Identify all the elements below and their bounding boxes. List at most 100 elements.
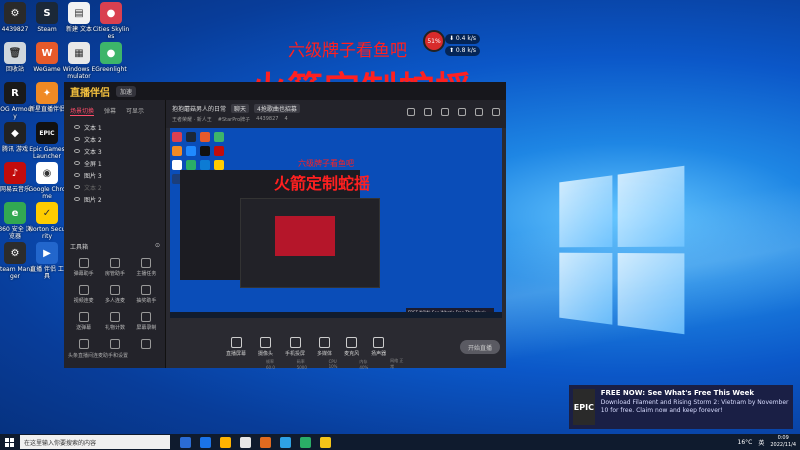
visibility-eye-icon[interactable] xyxy=(74,149,80,153)
source-item[interactable]: 文本 2 xyxy=(68,133,161,145)
desktop-app-icon: ◆ xyxy=(4,122,26,144)
notification-body: Download Filament and Rising Storm 2: Vi… xyxy=(600,399,789,414)
sidebar-footer-link[interactable]: 头条直播间连麦助手和设置 xyxy=(68,353,162,360)
visibility-eye-icon[interactable] xyxy=(74,125,80,129)
desktop-icon[interactable]: EPIC Epic Games Launcher xyxy=(28,122,66,160)
visibility-eye-icon[interactable] xyxy=(74,185,80,189)
visibility-eye-icon[interactable] xyxy=(74,161,80,165)
control-button[interactable]: 直播屏幕 xyxy=(226,337,246,357)
app-boost-button[interactable]: 加速 xyxy=(116,85,137,97)
tab-danmaku[interactable]: 弹幕 xyxy=(104,106,116,116)
room-tag[interactable]: 聊天 xyxy=(231,104,250,113)
control-button[interactable]: 多媒体 xyxy=(317,337,332,357)
desktop-icon[interactable]: ● Greenlight xyxy=(92,42,130,73)
tool-icon xyxy=(78,258,89,268)
toolbox-item[interactable] xyxy=(99,339,130,351)
toolbox-item[interactable]: 房管助手 xyxy=(99,258,130,277)
toolbox-grid: 弹幕助手 房管助手 主播任务视频连麦 多人连麦 抽奖助手送弹幕 礼物计数 屏幕录制 xyxy=(68,258,162,351)
toolbox-item[interactable] xyxy=(68,339,99,351)
source-name: 文本 3 xyxy=(84,148,102,156)
tool-label: 视频连麦 xyxy=(73,298,94,304)
tab-scene[interactable]: 场景切换 xyxy=(70,106,95,116)
gift-icon[interactable] xyxy=(407,108,415,116)
taskbar-app-icon[interactable] xyxy=(320,436,331,448)
tool-label: 主播任务 xyxy=(136,271,157,277)
toolbox-item[interactable]: 视频连麦 xyxy=(68,285,99,304)
tab-visible[interactable]: 可显示 xyxy=(126,106,144,116)
fullscreen-icon[interactable] xyxy=(492,108,500,116)
control-button[interactable]: 麦克风 xyxy=(344,337,359,357)
weather-temp[interactable]: 16°C xyxy=(738,439,753,446)
control-button[interactable]: 扬声器 xyxy=(371,337,386,357)
taskbar-app-icon[interactable] xyxy=(260,436,271,448)
start-live-button[interactable]: 开始直播 xyxy=(460,340,500,354)
desktop-app-icon: 🗑 xyxy=(4,42,26,64)
taskbar-app-icon[interactable] xyxy=(300,436,311,448)
tool-label: 屏幕录制 xyxy=(136,325,157,331)
taskbar-app-icon[interactable] xyxy=(220,436,231,448)
taskbar-search-input[interactable]: 在这里输入你要搜索的内容 xyxy=(20,435,170,449)
desktop-app-icon: EPIC xyxy=(36,122,58,144)
control-button[interactable]: 手机投屏 xyxy=(285,337,305,357)
taskbar-app-icon[interactable] xyxy=(200,436,211,448)
control-icon xyxy=(260,337,272,348)
status-item: 码率 5000 xyxy=(296,358,307,370)
status-item: 内存 40% xyxy=(359,358,369,370)
source-name: 全屏 1 xyxy=(84,160,102,168)
room-tag[interactable]: 4抢歌曲也招募 xyxy=(254,104,300,113)
epic-notification[interactable]: EPIC FREE NOW: See What's Free This Week… xyxy=(569,385,793,429)
taskbar-app-icon[interactable] xyxy=(180,436,191,448)
source-item[interactable]: 图片 2 xyxy=(68,193,161,205)
desktop-app-icon: e xyxy=(4,202,26,224)
visibility-eye-icon[interactable] xyxy=(74,137,80,141)
visibility-eye-icon[interactable] xyxy=(74,197,80,201)
source-item[interactable]: 全屏 1 xyxy=(68,157,161,169)
desktop-icon[interactable]: ▶ 直播 伴侣 工具 xyxy=(28,242,66,280)
start-button[interactable] xyxy=(0,434,18,450)
desktop-icon-label: Greenlight xyxy=(95,66,127,73)
toolbox-item[interactable]: 送弹幕 xyxy=(68,312,99,331)
source-item[interactable]: 文本 2 xyxy=(68,181,161,193)
source-name: 文本 1 xyxy=(84,124,102,132)
visibility-eye-icon[interactable] xyxy=(74,173,80,177)
status-item: 网络 正常 xyxy=(390,358,404,369)
desktop-app-icon: ✓ xyxy=(36,202,58,224)
message-icon[interactable] xyxy=(475,108,483,116)
toolbox-more-icon[interactable]: ⊙ xyxy=(155,242,160,251)
share-icon[interactable] xyxy=(441,108,449,116)
toolbox-item[interactable]: 礼物计数 xyxy=(99,312,130,331)
toolbox-item[interactable]: 多人连麦 xyxy=(99,285,130,304)
control-button[interactable]: 摄像头 xyxy=(258,337,273,357)
lock-icon[interactable] xyxy=(424,108,432,116)
preview-mini-icon xyxy=(214,146,224,156)
source-item[interactable]: 文本 3 xyxy=(68,145,161,157)
system-tray: 16°C 英 0:09 2022/11/4 xyxy=(738,434,796,450)
preview-mini-icon xyxy=(172,146,182,156)
desktop-icon[interactable]: ✦ 新星直播伴侣 xyxy=(28,82,66,113)
clock[interactable]: 0:09 2022/11/4 xyxy=(770,435,796,449)
tool-label: 多人连麦 xyxy=(104,298,125,304)
source-item[interactable]: 文本 1 xyxy=(68,121,161,133)
toolbox-item[interactable]: 屏幕录制 xyxy=(131,312,162,331)
desktop-app-icon: ▦ xyxy=(68,42,90,64)
taskbar-app-icon[interactable] xyxy=(280,436,291,448)
preview-mini-icon xyxy=(200,132,210,142)
source-item[interactable]: 图片 3 xyxy=(68,169,161,181)
desktop-icon[interactable]: ◉ Google Chrome xyxy=(28,162,66,200)
ime-indicator[interactable]: 英 xyxy=(758,438,764,447)
settings-icon[interactable] xyxy=(458,108,466,116)
toolbox-item[interactable] xyxy=(131,339,162,351)
preview-big-text: 火箭定制蛇摇 xyxy=(274,174,371,193)
desktop-icon[interactable]: ✓ Norton Security xyxy=(28,202,66,240)
app-logo: 直播伴侣 xyxy=(70,87,110,99)
desktop-icon[interactable]: ● Cities Skylines xyxy=(92,2,130,40)
toolbox-item[interactable]: 主播任务 xyxy=(131,258,162,277)
room-title[interactable]: 抱抱蘑菇男人的日常 xyxy=(172,104,226,113)
toolbox-item[interactable]: 弹幕助手 xyxy=(68,258,99,277)
toolbox-item[interactable]: 抽奖助手 xyxy=(131,285,162,304)
overlay-percent-badge: 51% xyxy=(423,30,445,52)
taskbar-app-icon[interactable] xyxy=(240,436,251,448)
desktop-app-icon: ⚙ xyxy=(4,242,26,264)
tool-label: 礼物计数 xyxy=(104,325,125,331)
desktop-app-icon: S xyxy=(36,2,58,24)
